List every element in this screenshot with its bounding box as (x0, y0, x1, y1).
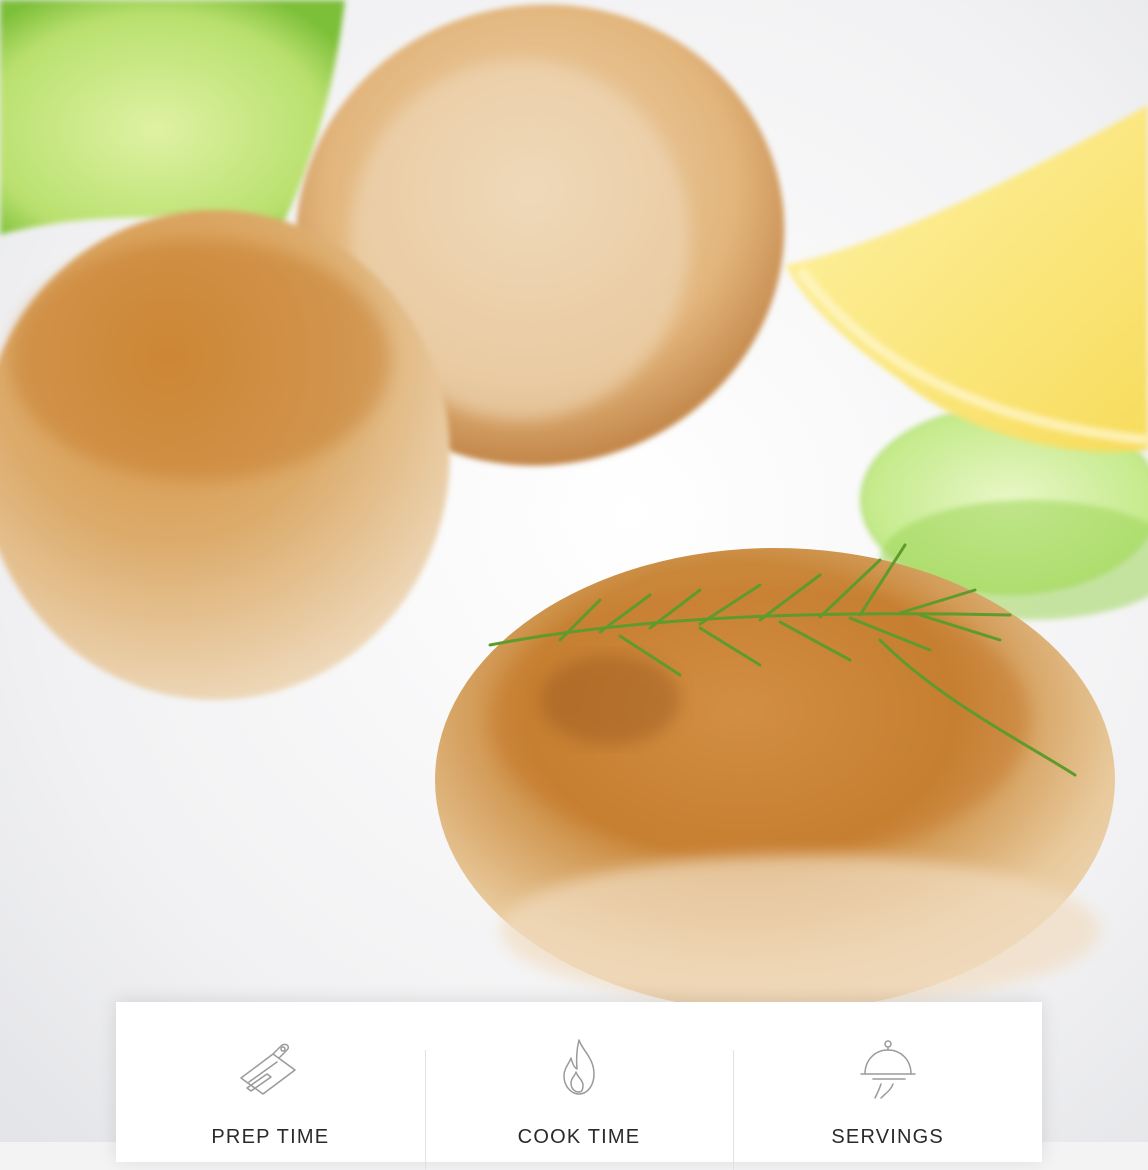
cook-time-item: COOK TIME (424, 1002, 734, 1170)
servings-item: SERVINGS (733, 1002, 1042, 1170)
cutting-board-knife-icon (240, 1043, 297, 1095)
flame-icon (563, 1039, 595, 1095)
prep-time-label: PREP TIME (211, 1126, 330, 1148)
servings-label: SERVINGS (831, 1126, 944, 1148)
cloche-serving-icon (859, 1040, 916, 1099)
prep-time-item: PREP TIME (116, 1002, 425, 1162)
cook-time-label: COOK TIME (517, 1126, 641, 1148)
hero-image (0, 0, 1148, 1142)
recipe-info-card: PREP TIME COOK TIME SERVINGS (116, 1002, 1042, 1170)
